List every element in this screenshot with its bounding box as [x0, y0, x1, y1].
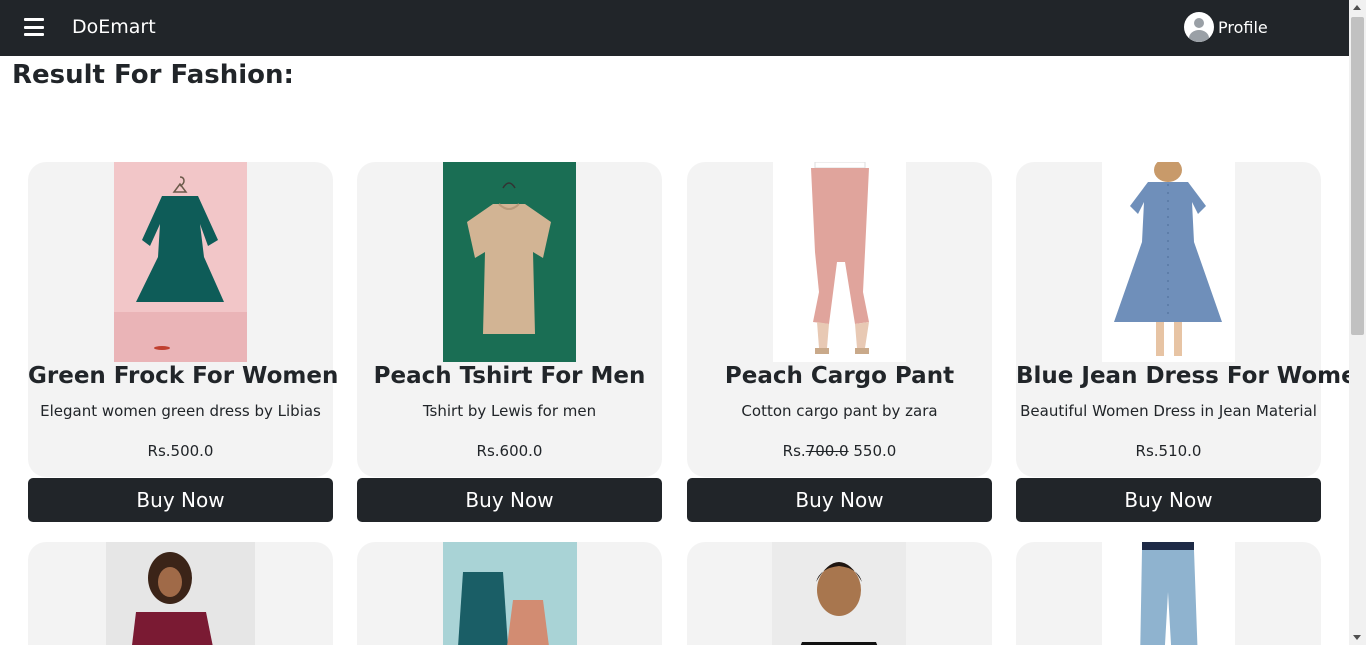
scroll-up-arrow-icon[interactable]	[1353, 5, 1361, 10]
vertical-scrollbar[interactable]	[1349, 0, 1366, 645]
buy-now-button[interactable]: Buy Now	[1016, 478, 1321, 522]
product-description: Elegant women green dress by Libias	[40, 402, 321, 420]
product-old-price: 700.0	[805, 442, 849, 460]
product-card: Green Frock For Women Elegant women gree…	[28, 162, 338, 477]
product-card	[28, 542, 333, 645]
product-image[interactable]	[443, 542, 577, 645]
product-description: Beautiful Women Dress in Jean Material	[1020, 402, 1317, 420]
product-card: Peach Cargo Pant Cotton cargo pant by za…	[687, 162, 992, 477]
product-card: Peach Tshirt For Men Tshirt by Lewis for…	[357, 162, 662, 477]
profile-label: Profile	[1218, 17, 1268, 37]
product-image-green-frock[interactable]	[114, 162, 247, 362]
product-title[interactable]: Peach Cargo Pant	[687, 363, 992, 389]
product-price: Rs.600.0	[476, 442, 543, 460]
product-title[interactable]: Blue Jean Dress For Women	[1016, 363, 1366, 389]
hamburger-menu-icon[interactable]	[24, 18, 44, 36]
page-title: Result For Fashion:	[12, 60, 294, 90]
buy-now-button[interactable]: Buy Now	[357, 478, 662, 522]
profile-link[interactable]: Profile	[1184, 12, 1268, 42]
product-image[interactable]	[1102, 542, 1235, 645]
product-image[interactable]	[106, 542, 255, 645]
product-price: Rs.500.0	[147, 442, 214, 460]
product-card	[357, 542, 662, 645]
buy-now-button[interactable]: Buy Now	[687, 478, 992, 522]
product-image-peach-tshirt[interactable]	[443, 162, 576, 362]
product-description: Tshirt by Lewis for men	[422, 402, 597, 420]
navbar: DoEmart Profile	[0, 0, 1349, 56]
product-description: Cotton cargo pant by zara	[741, 402, 938, 420]
product-price: Rs.700.0 550.0	[782, 442, 897, 460]
product-title[interactable]: Green Frock For Women	[28, 363, 338, 389]
product-image[interactable]	[772, 542, 906, 645]
scrollbar-thumb[interactable]	[1351, 17, 1364, 335]
product-price: Rs.510.0	[1135, 442, 1202, 460]
product-card: Blue Jean Dress For Women Beautiful Wome…	[1016, 162, 1366, 477]
brand-logo[interactable]: DoEmart	[72, 16, 156, 38]
product-image-peach-cargo[interactable]	[773, 162, 906, 362]
product-card	[1016, 542, 1321, 645]
product-card	[687, 542, 992, 645]
buy-now-button[interactable]: Buy Now	[28, 478, 333, 522]
scroll-down-arrow-icon[interactable]	[1353, 635, 1361, 640]
product-image-blue-jean-dress[interactable]	[1102, 162, 1235, 362]
avatar-icon	[1184, 12, 1214, 42]
product-title[interactable]: Peach Tshirt For Men	[357, 363, 662, 389]
